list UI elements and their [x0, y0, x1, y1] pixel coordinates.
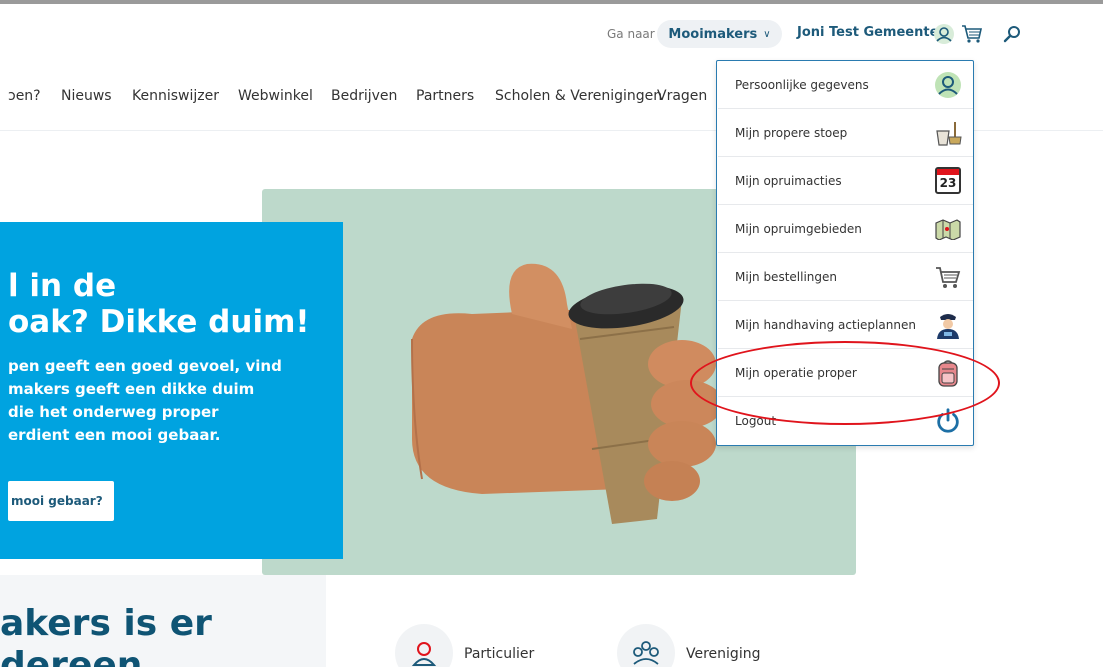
menu-item-persoonlijke-gegevens[interactable]: Persoonlijke gegevens	[718, 61, 973, 109]
account-dropdown-menu: Persoonlijke gegevens Mijn propere stoep…	[716, 60, 974, 446]
nav-item-nieuws[interactable]: Nieuws	[61, 88, 112, 104]
menu-item-label: Logout	[735, 414, 777, 428]
menu-item-label: Mijn opruimgebieden	[735, 221, 862, 236]
hero-title: l in de oak? Dikke duim!	[8, 268, 343, 340]
backpack-icon	[934, 359, 962, 387]
user-icon[interactable]	[933, 23, 955, 45]
menu-item-operatie-proper[interactable]: Mijn operatie proper	[718, 349, 973, 397]
menu-item-label: Mijn propere stoep	[735, 125, 848, 140]
officer-icon	[934, 311, 962, 339]
menu-item-label: Mijn bestellingen	[735, 269, 837, 284]
bucket-broom-icon	[934, 119, 962, 147]
hero-body-line-3: die het onderweg proper	[8, 403, 219, 421]
chevron-down-icon: ∨	[763, 28, 771, 40]
nav-item-webwinkel[interactable]: Webwinkel	[238, 88, 313, 104]
nav-item-bedrijven[interactable]: Bedrijven	[331, 88, 397, 104]
section-title: akers is er dereen	[0, 603, 212, 667]
menu-item-opruimacties[interactable]: Mijn opruimacties 23	[718, 157, 973, 205]
category-vereniging[interactable]: Vereniging	[686, 646, 760, 662]
cart-icon	[934, 263, 962, 291]
menu-item-bestellingen[interactable]: Mijn bestellingen	[718, 253, 973, 301]
goto-label: Ga naar	[607, 27, 655, 41]
menu-item-label: Mijn opruimacties	[735, 173, 842, 188]
map-icon	[934, 215, 962, 243]
hero-cta-button[interactable]: mooi gebaar?	[8, 481, 114, 521]
top-border	[0, 0, 1103, 4]
menu-item-handhaving-actieplannen[interactable]: Mijn handhaving actieplannen	[718, 301, 973, 349]
hero-body-line-4: erdient een mooi gebaar.	[8, 426, 221, 444]
user-avatar-icon	[934, 71, 962, 99]
menu-item-logout[interactable]: Logout	[718, 397, 973, 445]
nav-item-truncated[interactable]: ɔen?	[8, 88, 41, 104]
nav-item-partners[interactable]: Partners	[416, 88, 474, 104]
menu-item-label: Mijn handhaving actieplannen	[735, 317, 916, 332]
hero-body-line-2: makers geeft een dikke duim	[8, 380, 255, 398]
calendar-day: 23	[939, 176, 957, 190]
hero-title-line-1: l in de	[8, 268, 117, 304]
menu-item-opruimgebieden[interactable]: Mijn opruimgebieden	[718, 205, 973, 253]
power-icon	[934, 407, 962, 435]
calendar-icon: 23	[934, 167, 962, 195]
search-icon[interactable]	[1001, 23, 1023, 45]
section-title-line-2: dereen	[0, 645, 143, 667]
particulier-icon[interactable]	[395, 624, 453, 667]
section-title-line-1: akers is er	[0, 603, 212, 644]
menu-item-label: Mijn operatie proper	[735, 365, 857, 380]
vereniging-icon[interactable]	[617, 624, 675, 667]
nav-item-kenniswijzer[interactable]: Kenniswijzer	[132, 88, 219, 104]
hero-title-line-2: oak? Dikke duim!	[8, 304, 310, 340]
hero-body-line-1: pen geeft een goed gevoel, vind	[8, 357, 282, 375]
hero-body: pen geeft een goed gevoel, vind makers g…	[8, 355, 328, 447]
user-name-link[interactable]: Joni Test Gemeente	[797, 25, 938, 40]
category-particulier[interactable]: Particulier	[464, 646, 534, 662]
menu-item-label: Persoonlijke gegevens	[735, 77, 869, 92]
site-switcher-label: Mooimakers	[668, 26, 758, 42]
cart-icon[interactable]	[960, 23, 984, 45]
menu-item-propere-stoep[interactable]: Mijn propere stoep	[718, 109, 973, 157]
nav-item-scholen-verenigingen[interactable]: Scholen & Verenigingen	[495, 88, 662, 104]
site-switcher-dropdown[interactable]: Mooimakers ∨	[657, 20, 782, 48]
nav-item-vragen[interactable]: Vragen	[657, 88, 707, 104]
